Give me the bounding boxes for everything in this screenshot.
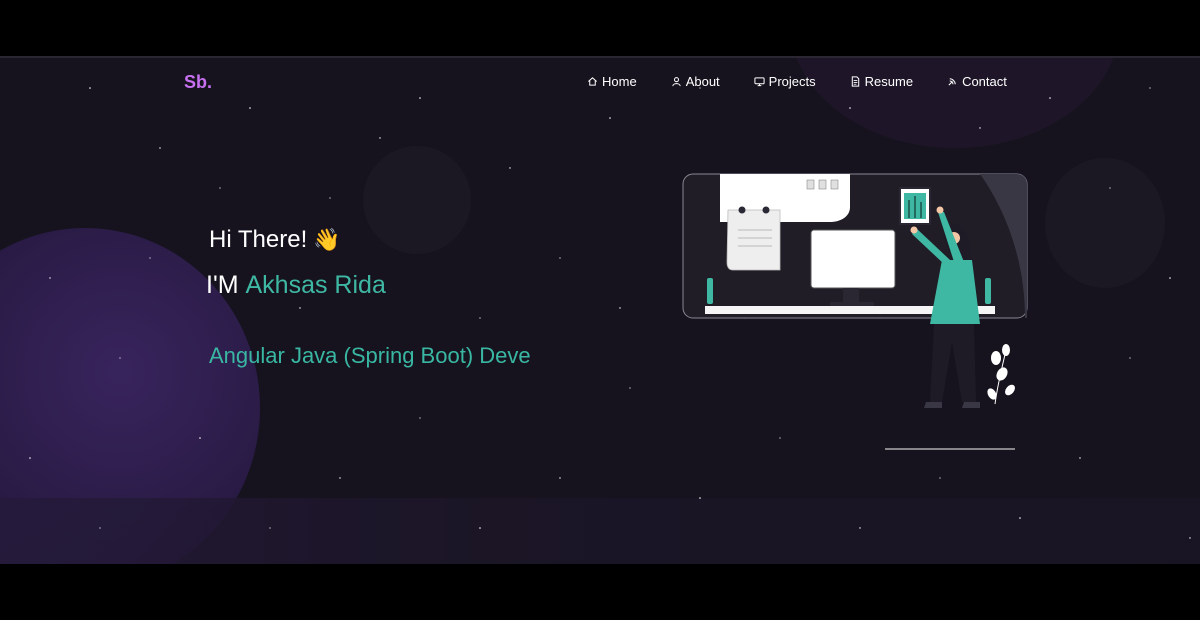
nav-label: Home — [602, 74, 637, 89]
greeting-text: Hi There! — [209, 226, 308, 253]
name-text: Akhsas Rida — [245, 271, 386, 299]
nav-label: Resume — [864, 74, 914, 89]
nav-item-resume[interactable]: Resume — [850, 74, 913, 89]
nav-item-home[interactable]: Home — [587, 74, 637, 89]
nav-label: Projects — [768, 74, 816, 89]
nav-item-about[interactable]: About — [671, 74, 720, 89]
projects-icon — [754, 77, 765, 87]
greeting-heading: Hi There! 👋 — [209, 226, 341, 254]
intro-prefix: I'M — [206, 271, 239, 299]
main-nav: Home About Projects Resume Contact — [587, 74, 1007, 89]
nav-item-projects[interactable]: Projects — [754, 74, 816, 89]
nav-label: Contact — [962, 74, 1007, 89]
user-icon — [672, 77, 681, 87]
developer-illustration — [682, 173, 1028, 450]
hero-section: Sb. Home About Projects Resume Contact H… — [0, 56, 1200, 564]
typewriter-text: Angular Java (Spring Boot) Deve — [209, 343, 531, 368]
brand-logo[interactable]: Sb. — [184, 72, 212, 93]
contact-icon — [948, 78, 956, 86]
nav-label: About — [685, 74, 720, 89]
home-icon — [588, 77, 597, 86]
nav-item-contact[interactable]: Contact — [947, 74, 1007, 89]
document-icon — [851, 76, 859, 87]
wave-emoji: 👋 — [313, 227, 341, 252]
name-heading: I'M Akhsas Rida — [206, 271, 386, 300]
